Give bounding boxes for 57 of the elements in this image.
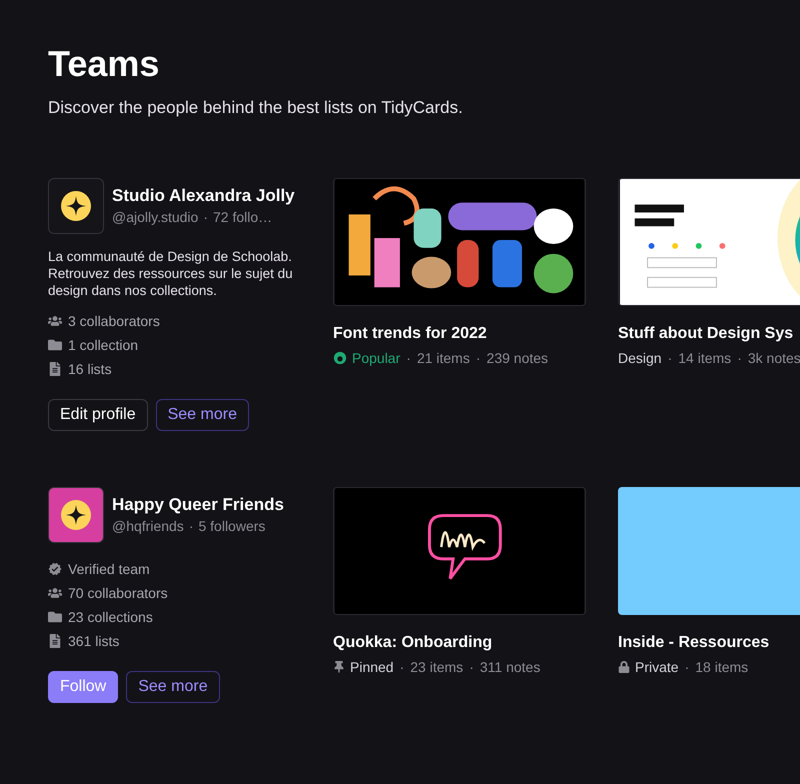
meta-text: 21 items xyxy=(416,349,470,368)
team-handle: @ajolly.studio xyxy=(112,208,198,227)
team-stat: 3 collaborators xyxy=(68,312,160,330)
pinned-label: Pinned xyxy=(350,658,394,677)
separator-dot: · xyxy=(469,658,474,677)
list-title[interactable]: Font trends for 2022 xyxy=(333,322,586,346)
team-stat: Verified team xyxy=(68,560,150,578)
team-stat: 16 lists xyxy=(68,360,112,378)
popular-label: Popular xyxy=(352,349,400,368)
followers-count: 5 followers xyxy=(198,517,266,536)
list-thumbnail[interactable] xyxy=(618,487,800,615)
folder-icon xyxy=(48,610,62,624)
sparkle-icon xyxy=(61,191,91,221)
folder-icon xyxy=(48,338,62,352)
meta-text: 18 items xyxy=(695,658,748,677)
team-stat: 1 collection xyxy=(68,336,138,354)
category-label: Design xyxy=(618,349,662,368)
separator-dot: · xyxy=(737,349,742,368)
pin-icon xyxy=(333,661,345,673)
team-stat: 70 collaborators xyxy=(68,584,168,602)
team-stat: 361 lists xyxy=(68,632,120,650)
meta-text: 239 notes xyxy=(486,349,548,368)
separator-dot: · xyxy=(476,349,481,368)
lock-icon xyxy=(618,661,630,673)
team-description: La communauté de Design de Schoolab. Retrouvez des ressources sur le sujet du design dans nos collections. xyxy=(48,248,294,299)
team-avatar[interactable] xyxy=(48,487,104,543)
list-title[interactable]: Inside - Ressources xyxy=(618,631,800,655)
meta-text: 311 notes xyxy=(480,658,540,677)
team-name[interactable]: Happy Queer Friends xyxy=(112,494,284,516)
edit-profile-button[interactable]: Edit profile xyxy=(48,399,148,431)
see-more-button[interactable]: See more xyxy=(156,399,249,431)
document-icon xyxy=(48,362,62,376)
separator-dot: · xyxy=(406,349,411,368)
document-icon xyxy=(48,634,62,648)
meta-text: 3k notes xyxy=(748,349,800,368)
meta-text: 14 items xyxy=(678,349,732,368)
team-avatar[interactable] xyxy=(48,178,104,234)
people-icon xyxy=(48,314,62,328)
meta-text: 23 items xyxy=(410,658,464,677)
separator-dot: · xyxy=(668,349,672,368)
list-title[interactable]: Stuff about Design Sys xyxy=(618,322,800,346)
separator-dot: · xyxy=(203,208,208,227)
see-more-button[interactable]: See more xyxy=(126,671,220,703)
list-title[interactable]: Quokka: Onboarding xyxy=(333,631,586,655)
page-title: Teams xyxy=(48,42,160,86)
team-handle: @hqfriends xyxy=(112,517,184,536)
separator-dot: · xyxy=(400,658,404,677)
badge-check-icon xyxy=(48,562,62,576)
sparkle-icon xyxy=(61,500,91,530)
private-label: Private xyxy=(635,658,679,677)
team-name[interactable]: Studio Alexandra Jolly xyxy=(112,185,295,207)
separator-dot: · xyxy=(188,517,194,536)
page-subtitle: Discover the people behind the best lists on TidyCards. xyxy=(48,97,464,119)
separator-dot: · xyxy=(684,658,690,677)
team-stat: 23 collections xyxy=(68,608,153,626)
followers-count: 72 follo… xyxy=(213,208,272,227)
people-icon xyxy=(48,586,62,600)
